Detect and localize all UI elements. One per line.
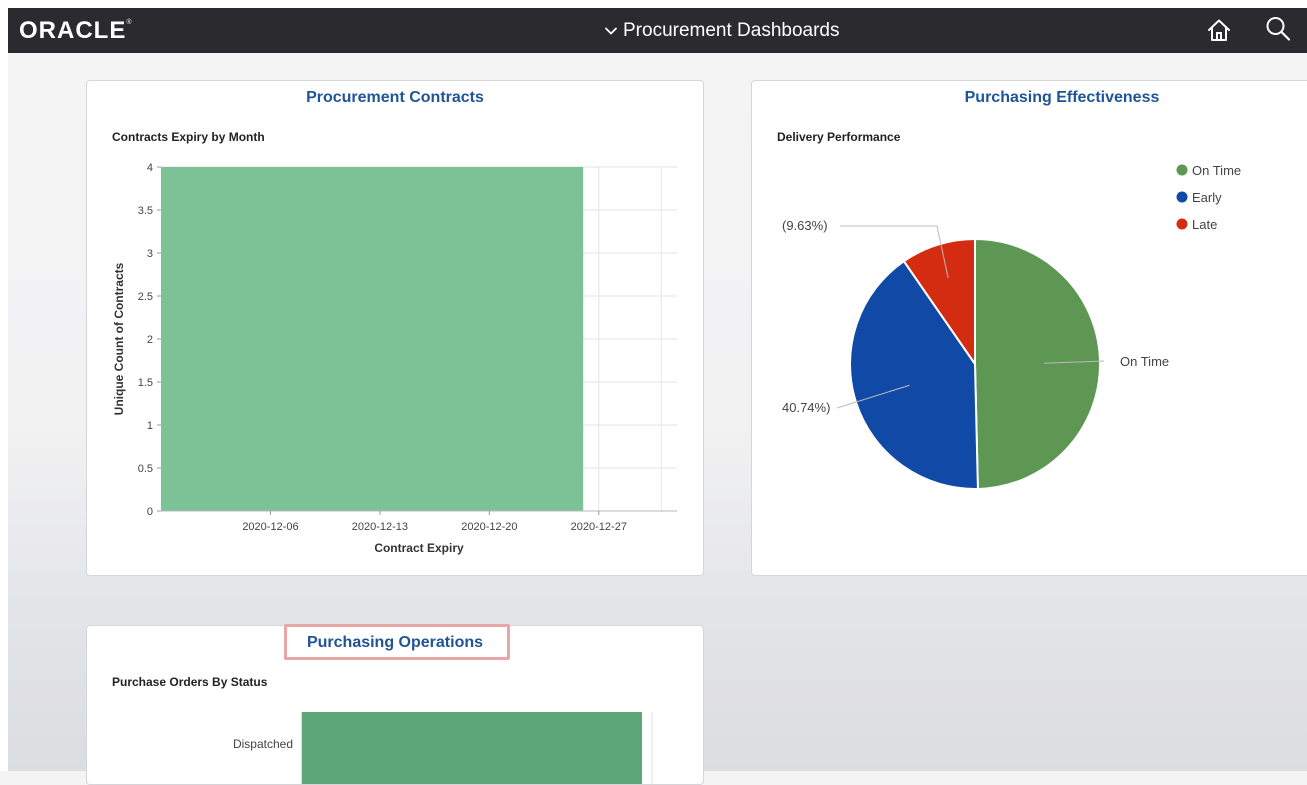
slice-label: (9.63%) xyxy=(782,218,828,233)
legend-marker xyxy=(1176,218,1188,230)
legend-label: Early xyxy=(1192,190,1222,205)
y-tick-label: 1 xyxy=(147,420,153,432)
window-frame-left xyxy=(0,0,8,771)
slice-label: On Time xyxy=(1120,354,1169,369)
y-tick-label: 0 xyxy=(147,506,153,518)
window-frame-top xyxy=(0,0,1307,8)
y-tick-label: 4 xyxy=(147,162,153,174)
x-axis-title: Contract Expiry xyxy=(374,541,464,555)
bar xyxy=(302,712,642,784)
x-tick-label: 2020-12-20 xyxy=(461,521,517,533)
legend-label: Late xyxy=(1192,217,1217,232)
purchase-orders-status-chart[interactable]: Dispatched xyxy=(87,626,703,784)
y-tick-label: 2.5 xyxy=(138,291,153,303)
bar xyxy=(161,167,584,511)
slice-label: 40.74%) xyxy=(782,400,830,415)
legend-label: On Time xyxy=(1192,163,1241,178)
category-label: Dispatched xyxy=(233,737,293,751)
pie-slice-on-time xyxy=(974,237,1101,490)
y-tick-label: 3 xyxy=(147,248,153,260)
x-tick-label: 2020-12-13 xyxy=(352,521,408,533)
y-tick-label: 0.5 xyxy=(138,463,153,475)
search-icon[interactable] xyxy=(1264,15,1292,43)
dashboard-selector[interactable]: Procurement Dashboards xyxy=(604,20,840,42)
y-axis-title: Unique Count of Contracts xyxy=(112,262,126,415)
x-tick-label: 2020-12-06 xyxy=(242,521,298,533)
contracts-expiry-chart[interactable]: 0 0.5 1 1.5 2 2.5 3 3.5 4 2020-12-06 2020-12-13 202… xyxy=(87,81,703,575)
delivery-performance-chart[interactable]: On Time 40.74%) (9.63%) On Time Early Late xyxy=(752,81,1307,575)
tile-procurement-contracts[interactable]: Procurement Contracts Contracts Expiry b… xyxy=(86,80,704,576)
tile-purchasing-effectiveness[interactable]: Purchasing Effectiveness Delivery Perfor… xyxy=(751,80,1307,576)
oracle-logo: ORACLE® xyxy=(19,17,133,44)
top-navigation-bar: ORACLE® Procurement Dashboards xyxy=(8,8,1307,53)
y-tick-label: 3.5 xyxy=(138,205,153,217)
y-tick-label: 2 xyxy=(147,334,153,346)
tile-purchasing-operations[interactable]: Purchasing Operations Purchase Orders By… xyxy=(86,624,704,785)
logo-text: ORACLE xyxy=(19,17,127,44)
legend-marker xyxy=(1176,191,1188,203)
home-icon[interactable] xyxy=(1205,16,1233,44)
y-tick-label: 1.5 xyxy=(138,377,153,389)
page-title: Procurement Dashboards xyxy=(623,20,840,41)
legend-marker xyxy=(1176,164,1188,176)
chevron-down-icon xyxy=(605,27,617,35)
x-tick-label: 2020-12-27 xyxy=(571,521,627,533)
